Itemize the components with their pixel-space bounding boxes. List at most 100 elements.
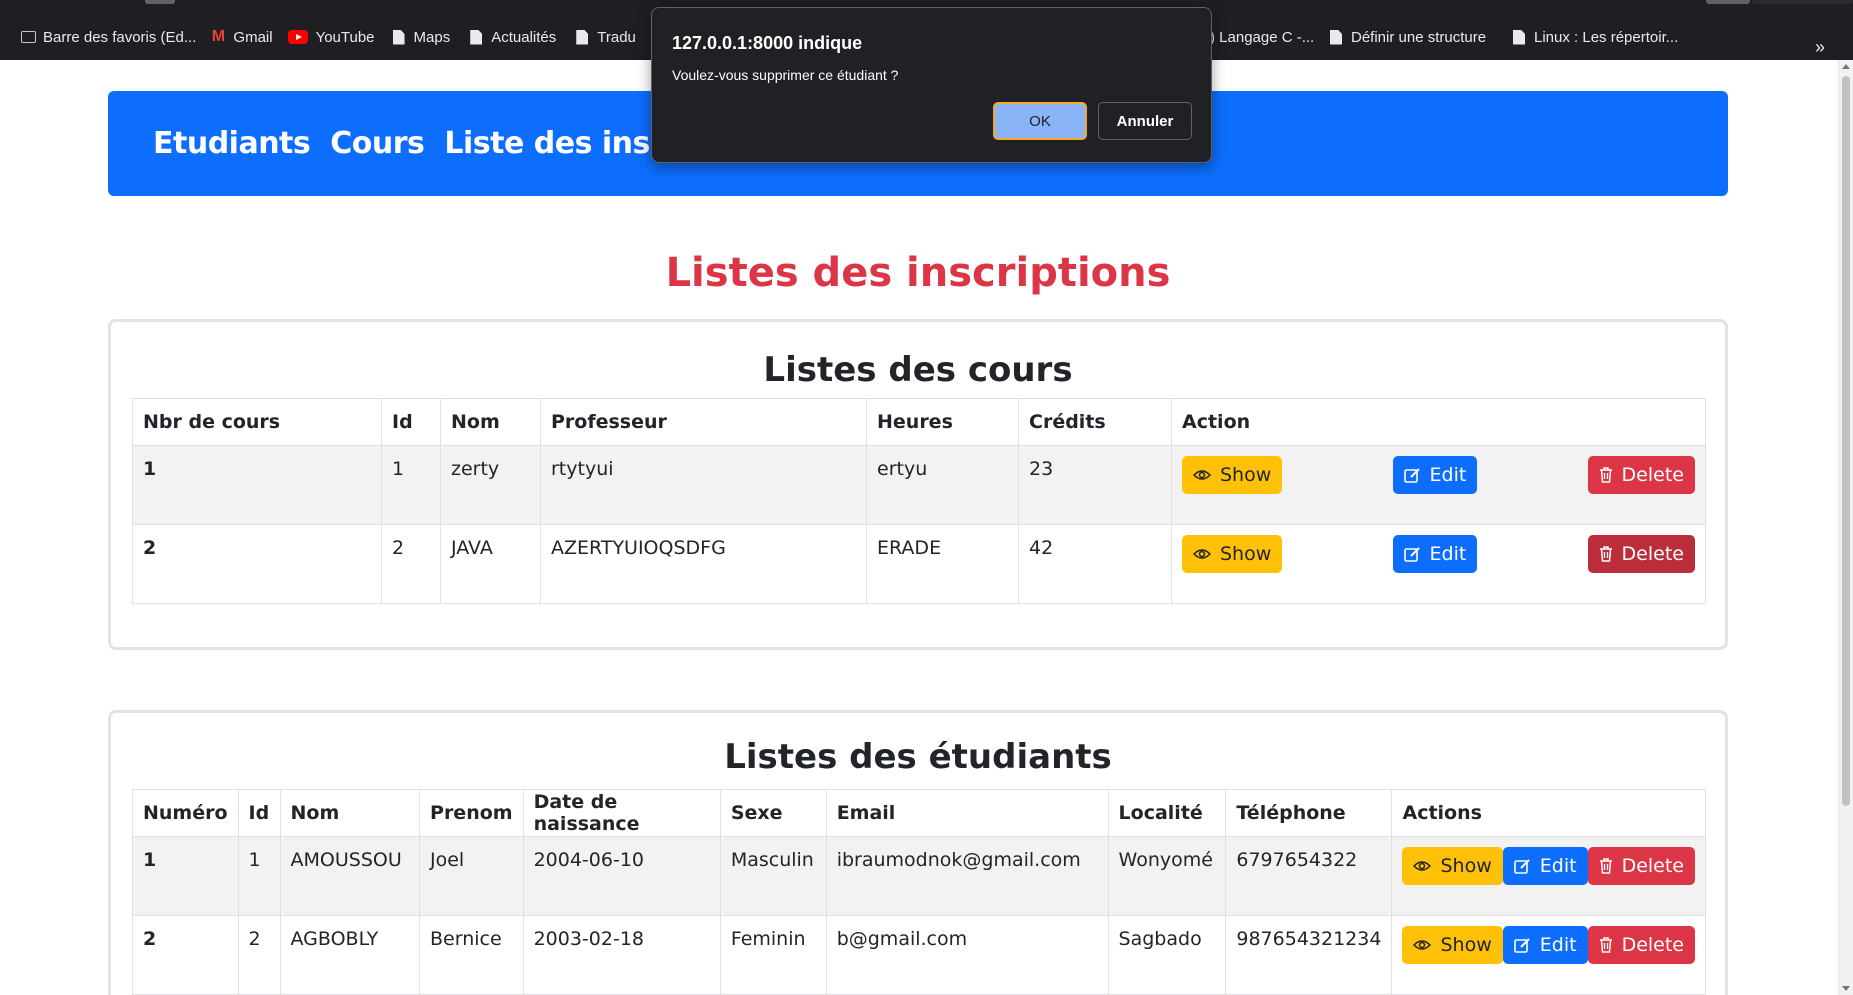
column-header: Professeur [540, 398, 867, 446]
edit-icon [1403, 467, 1421, 484]
cell: 1 [132, 445, 382, 525]
trash-icon [1599, 546, 1613, 562]
delete-button[interactable]: Delete [1587, 535, 1695, 573]
cell: JAVA [440, 524, 541, 604]
bookmark-langage-c[interactable]: ) Langage C -... [1210, 22, 1324, 52]
delete-button[interactable]: Delete [1587, 847, 1695, 885]
button-label: Show [1440, 855, 1492, 877]
students-title: Listes des étudiants [724, 737, 1112, 777]
tab-edge[interactable] [1752, 0, 1853, 4]
ok-button[interactable]: OK [993, 102, 1087, 140]
chevron-double-right-icon[interactable]: » [1815, 37, 1825, 58]
bookmark-label: Définir une structure [1351, 28, 1487, 46]
file-icon [1328, 29, 1344, 45]
column-header: Action [1171, 398, 1706, 446]
edit-button[interactable]: Edit [1502, 926, 1588, 964]
cancel-button[interactable]: Annuler [1098, 102, 1192, 140]
column-header: Sexe [719, 789, 827, 837]
column-header: Localité [1107, 789, 1227, 837]
trash-icon [1599, 858, 1613, 874]
nav-link-etudiants[interactable]: Etudiants [153, 126, 311, 161]
button-label: Edit [1539, 855, 1577, 877]
file-icon [468, 29, 484, 45]
action-cell: Show Edit Delete [1171, 445, 1706, 525]
edit-button[interactable]: Edit [1392, 456, 1478, 494]
show-button[interactable]: Show [1182, 535, 1283, 573]
cell: 23 [1018, 445, 1172, 525]
folder-icon [20, 29, 36, 45]
edit-button[interactable]: Edit [1502, 847, 1588, 885]
bookmark-label: Barre des favoris (Ed... [43, 28, 197, 46]
show-button[interactable]: Show [1182, 456, 1283, 494]
page-viewport: Etudiants Cours Liste des inscriptions L… [0, 60, 1853, 995]
bookmark-label: Tradu [597, 28, 636, 46]
tab-edge[interactable] [1706, 0, 1750, 4]
column-header: Prenom [419, 789, 524, 837]
delete-button[interactable]: Delete [1587, 926, 1695, 964]
show-button[interactable]: Show [1402, 847, 1503, 885]
edit-icon [1513, 937, 1531, 954]
column-header: Crédits [1018, 398, 1172, 446]
bookmark-youtube[interactable]: YouTube [287, 22, 385, 52]
bookmark-label: YouTube [315, 28, 375, 46]
table-row: 1 1 zerty rtytyui ertyu 23 Show Edit Del… [132, 445, 1706, 525]
delete-button[interactable]: Delete [1587, 456, 1695, 494]
cell: 2 [132, 915, 239, 995]
table-header-row: Numéro Id Nom Prenom Date de naissance S… [132, 789, 1706, 837]
cell: b@gmail.com [825, 915, 1109, 995]
column-header: Numéro [132, 789, 239, 837]
eye-icon [1193, 548, 1211, 560]
button-label: Delete [1621, 934, 1684, 956]
edit-icon [1403, 546, 1421, 563]
dialog-message: Voulez-vous supprimer ce étudiant ? [672, 67, 899, 83]
bookmark-gmail[interactable]: M Gmail [210, 22, 282, 52]
bookmark-label: Actualités [491, 28, 557, 46]
column-header: Nom [440, 398, 541, 446]
page-title: Listes des inscriptions [665, 250, 1171, 296]
nav-link-cours[interactable]: Cours [330, 126, 425, 161]
table-row: 1 1 AMOUSSOU Joel 2004-06-10 Masculin ib… [132, 836, 1706, 916]
courses-title: Listes des cours [763, 350, 1073, 390]
bookmark-linux-repertoires[interactable]: Linux : Les répertoir... [1511, 22, 1688, 52]
cell: AMOUSSOU [279, 836, 421, 916]
scrollbar-thumb[interactable] [1842, 76, 1850, 806]
column-header: Id [237, 789, 281, 837]
column-header: Date de naissance [522, 789, 721, 837]
bookmark-actualites[interactable]: Actualités [468, 22, 566, 52]
bookmark-label: Gmail [233, 28, 273, 46]
bookmark-definir-structure[interactable]: Définir une structure [1328, 22, 1496, 52]
gmail-icon: M [211, 28, 226, 45]
button-label: Show [1440, 934, 1492, 956]
table-row: 2 2 AGBOBLY Bernice 2003-02-18 Feminin b… [132, 915, 1706, 995]
cell: ertyu [866, 445, 1019, 525]
cell: 1 [381, 445, 441, 525]
column-header: Actions [1391, 789, 1706, 837]
edit-button[interactable]: Edit [1392, 535, 1478, 573]
cell: ERADE [866, 524, 1019, 604]
eye-icon [1413, 939, 1432, 951]
vertical-scrollbar[interactable] [1838, 60, 1853, 995]
button-label: Edit [1539, 934, 1577, 956]
bookmark-traduction[interactable]: Tradu [574, 22, 646, 52]
action-cell: Show Edit Delete [1391, 915, 1706, 995]
button-label: Edit [1429, 543, 1467, 565]
file-icon [391, 29, 407, 45]
bookmark-label: Maps [413, 28, 451, 46]
show-button[interactable]: Show [1402, 926, 1503, 964]
column-header: Id [381, 398, 441, 446]
tab-edge[interactable] [145, 0, 175, 4]
scroll-up-arrow-icon[interactable] [1842, 64, 1850, 69]
cell: zerty [440, 445, 541, 525]
cell: 987654321234 [1225, 915, 1393, 995]
cell: Wonyomé [1107, 836, 1227, 916]
button-label: Delete [1621, 464, 1684, 486]
bookmark-maps[interactable]: Maps [391, 22, 461, 52]
table-row: 2 2 JAVA AZERTYUIOQSDFG ERADE 42 Show Ed… [132, 524, 1706, 604]
cell: 2004-06-10 [522, 836, 721, 916]
students-card: Listes des étudiants Numéro Id Nom Preno… [108, 710, 1728, 995]
scroll-down-arrow-icon[interactable] [1842, 986, 1850, 991]
cell: rtytyui [540, 445, 867, 525]
youtube-icon [287, 29, 309, 45]
cell: 6797654322 [1225, 836, 1393, 916]
bookmark-favorites-folder[interactable]: Barre des favoris (Ed... [20, 22, 206, 52]
